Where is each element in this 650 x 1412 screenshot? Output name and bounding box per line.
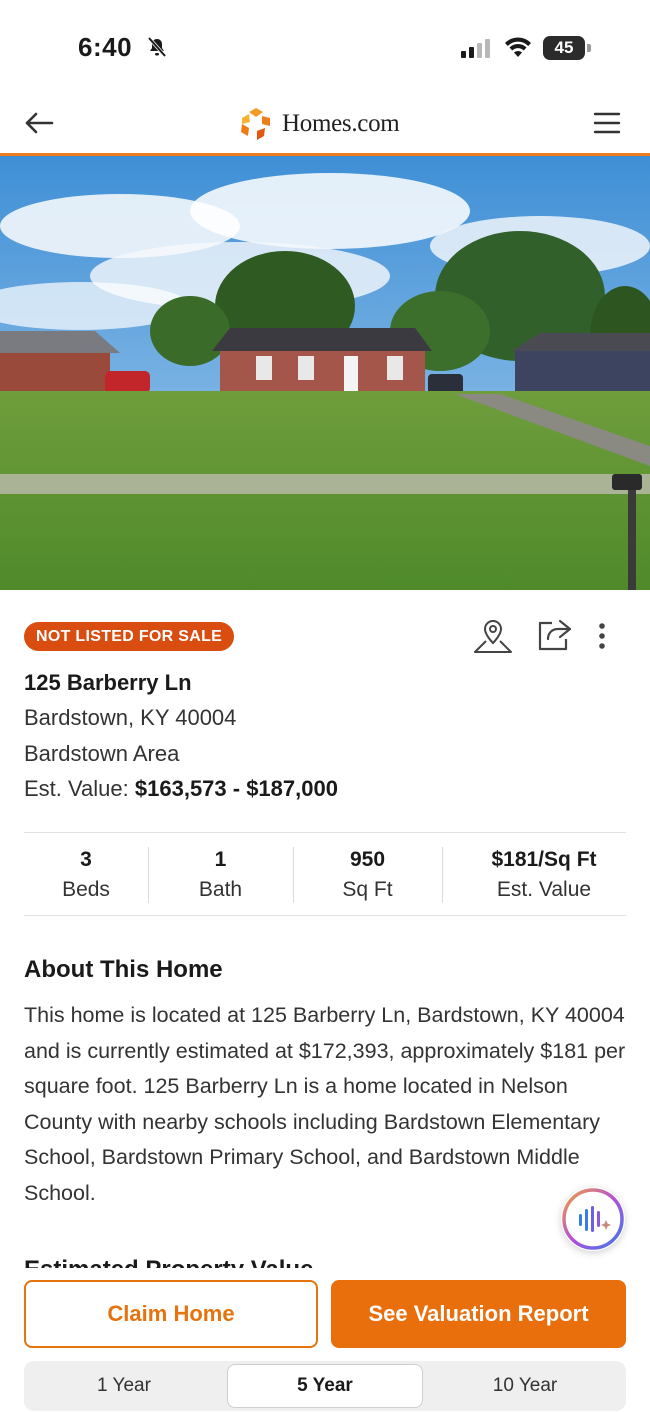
- stat-value: 1: [214, 848, 227, 871]
- next-section-title: Estimated Property Value: [24, 1256, 624, 1268]
- stat-label: Beds: [62, 878, 110, 901]
- est-value-label: Est. Value:: [24, 776, 129, 801]
- claim-home-button[interactable]: Claim Home: [24, 1280, 318, 1348]
- homes-logo-icon: [241, 108, 270, 140]
- hamburger-menu-icon[interactable]: [592, 108, 622, 138]
- ai-assistant-button[interactable]: [561, 1187, 625, 1251]
- stat-value: 3: [80, 848, 92, 871]
- see-valuation-report-button[interactable]: See Valuation Report: [331, 1280, 626, 1348]
- estimated-value: Est. Value: $163,573 - $187,000: [24, 776, 338, 802]
- tab-5-year[interactable]: 5 Year: [227, 1364, 423, 1408]
- property-area: Bardstown Area: [24, 741, 180, 766]
- app-header: Homes.com: [0, 96, 650, 154]
- map-pin-icon[interactable]: [472, 617, 514, 655]
- stat-baths: 1 Bath: [148, 845, 293, 905]
- tab-10-year[interactable]: 10 Year: [425, 1364, 625, 1408]
- more-vertical-icon[interactable]: [592, 620, 612, 652]
- battery-level: 45: [543, 36, 585, 60]
- est-value-range: $163,573 - $187,000: [134, 776, 338, 801]
- battery-cap: [587, 44, 591, 52]
- status-bar: 6:40 45: [0, 0, 650, 96]
- stat-sqft: 950 Sq Ft: [293, 845, 442, 905]
- brand-logo[interactable]: Homes.com: [238, 106, 400, 142]
- status-time: 6:40: [78, 32, 133, 62]
- cell-signal-icon: [461, 39, 490, 58]
- property-stats: 3 Beds 1 Bath 950 Sq Ft $181/Sq Ft Est. …: [24, 832, 626, 916]
- stat-label: Est. Value: [496, 878, 592, 901]
- stat-price-per-sqft: $181/Sq Ft Est. Value: [442, 845, 646, 905]
- wifi-icon: [505, 37, 531, 57]
- property-photo[interactable]: [0, 156, 650, 590]
- battery-indicator: 45: [543, 36, 591, 60]
- time-range-selector: 1 Year 5 Year 10 Year: [24, 1361, 626, 1411]
- brand-name: Homes.com: [282, 110, 400, 137]
- next-section-heading: Estimated Property Value: [24, 1254, 624, 1268]
- tab-1-year[interactable]: 1 Year: [24, 1364, 224, 1408]
- ai-voice-icon: [562, 1188, 624, 1250]
- stat-label: Bath: [198, 878, 243, 901]
- stat-value: $181/Sq Ft: [491, 848, 597, 871]
- house-photo-image: [0, 156, 650, 590]
- stat-label: Sq Ft: [342, 878, 393, 901]
- back-arrow-icon[interactable]: [22, 106, 56, 140]
- about-description: This home is located at 125 Barberry Ln,…: [24, 1003, 626, 1205]
- listing-status-badge: NOT LISTED FOR SALE: [24, 622, 235, 651]
- bell-off-icon: [147, 36, 167, 58]
- about-section-title: About This Home: [24, 956, 223, 983]
- stat-value: 950: [349, 848, 386, 871]
- stat-beds: 3 Beds: [24, 845, 148, 905]
- property-address: 125 Barberry Ln: [24, 670, 192, 695]
- property-city: Bardstown, KY 40004: [24, 705, 237, 730]
- share-icon[interactable]: [534, 617, 574, 653]
- bottom-action-bar: Claim Home See Valuation Report 1 Year 5…: [0, 1268, 650, 1412]
